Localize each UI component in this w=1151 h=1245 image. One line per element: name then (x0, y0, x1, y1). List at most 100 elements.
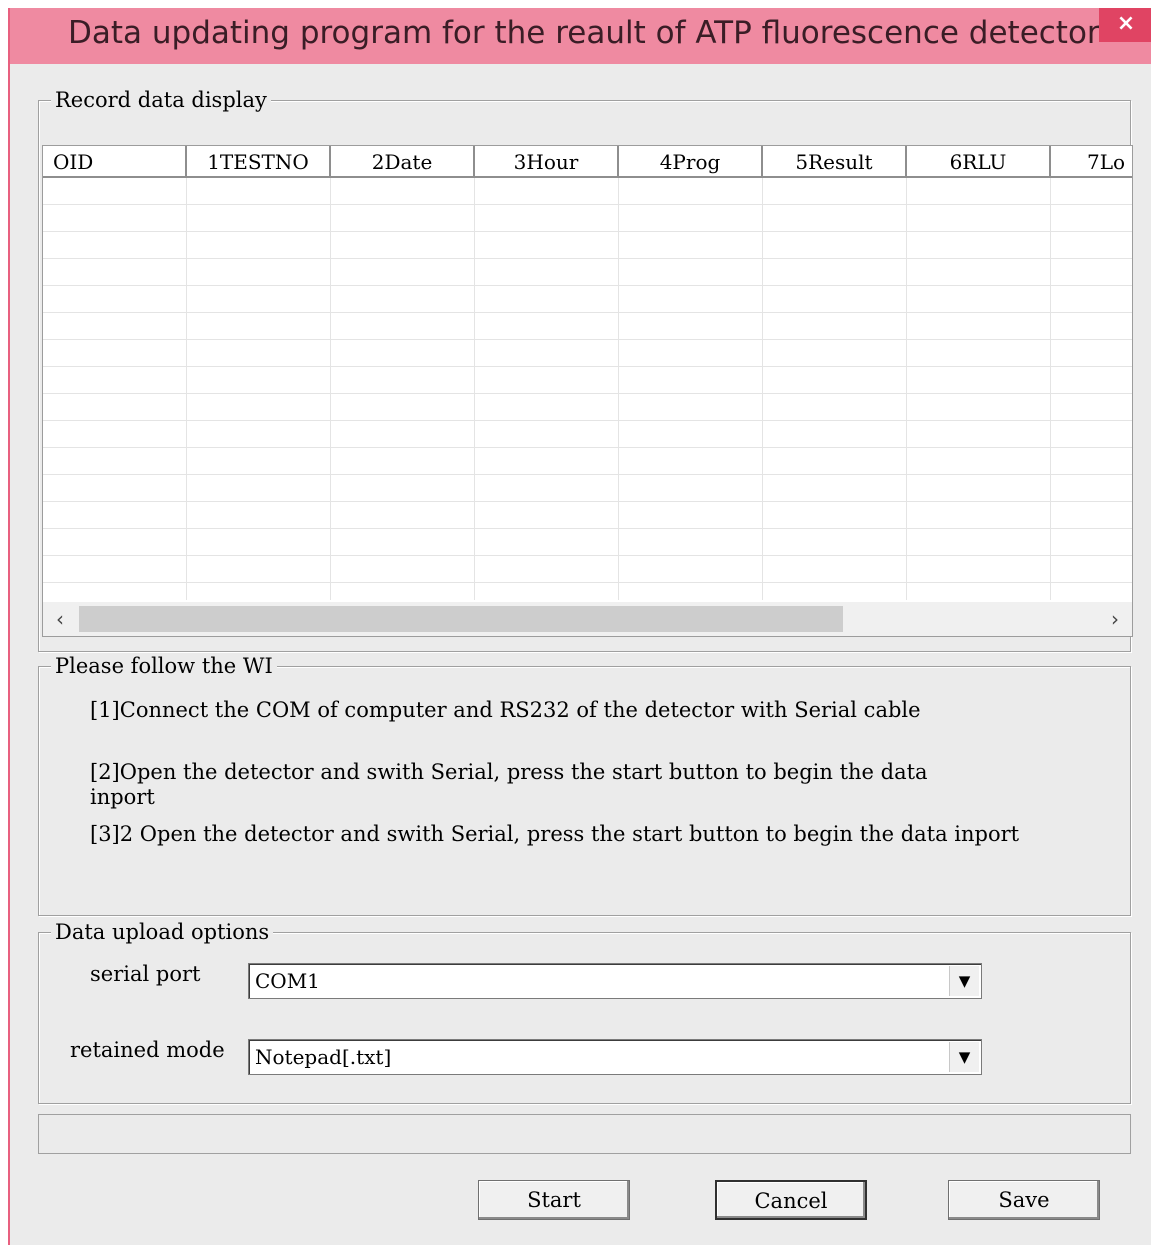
table-cell[interactable] (1051, 286, 1132, 313)
chevron-down-icon[interactable]: ▼ (949, 1042, 979, 1072)
table-cell[interactable] (907, 583, 1051, 600)
table-cell[interactable] (619, 205, 763, 232)
table-cell[interactable] (331, 421, 475, 448)
table-cell[interactable] (187, 205, 331, 232)
scroll-left-arrow-icon[interactable]: ‹ (43, 602, 77, 636)
table-cell[interactable] (619, 178, 763, 205)
table-cell[interactable] (763, 556, 907, 583)
table-cell[interactable] (43, 367, 187, 394)
table-cell[interactable] (907, 556, 1051, 583)
table-cell[interactable] (187, 286, 331, 313)
table-cell[interactable] (763, 421, 907, 448)
table-row[interactable] (43, 475, 1132, 502)
table-cell[interactable] (907, 448, 1051, 475)
table-cell[interactable] (187, 178, 331, 205)
title-bar[interactable]: Data updating program for the reault of … (10, 8, 1151, 64)
table-cell[interactable] (475, 313, 619, 340)
table-cell[interactable] (907, 232, 1051, 259)
table-cell[interactable] (43, 178, 187, 205)
table-cell[interactable] (763, 448, 907, 475)
table-cell[interactable] (619, 529, 763, 556)
table-cell[interactable] (763, 583, 907, 600)
horizontal-scrollbar[interactable]: ‹ › (43, 602, 1132, 636)
table-cell[interactable] (43, 475, 187, 502)
table-cell[interactable] (619, 448, 763, 475)
table-row[interactable] (43, 448, 1132, 475)
table-cell[interactable] (331, 448, 475, 475)
column-header-hour[interactable]: 3Hour (475, 146, 619, 178)
table-cell[interactable] (43, 286, 187, 313)
table-cell[interactable] (331, 367, 475, 394)
table-row[interactable] (43, 286, 1132, 313)
table-cell[interactable] (43, 259, 187, 286)
table-row[interactable] (43, 313, 1132, 340)
table-cell[interactable] (763, 259, 907, 286)
table-cell[interactable] (619, 583, 763, 600)
table-cell[interactable] (187, 313, 331, 340)
table-cell[interactable] (475, 475, 619, 502)
retained-mode-dropdown[interactable]: Notepad[.txt] ▼ (248, 1039, 982, 1075)
table-cell[interactable] (1051, 178, 1132, 205)
table-cell[interactable] (907, 259, 1051, 286)
scroll-right-arrow-icon[interactable]: › (1098, 602, 1132, 636)
table-cell[interactable] (907, 286, 1051, 313)
start-button[interactable]: Start (478, 1180, 630, 1220)
table-cell[interactable] (619, 259, 763, 286)
table-cell[interactable] (475, 448, 619, 475)
table-cell[interactable] (1051, 448, 1132, 475)
column-header-date[interactable]: 2Date (331, 146, 475, 178)
table-cell[interactable] (43, 340, 187, 367)
table-cell[interactable] (907, 421, 1051, 448)
table-cell[interactable] (475, 421, 619, 448)
table-cell[interactable] (763, 340, 907, 367)
table-cell[interactable] (475, 259, 619, 286)
table-cell[interactable] (43, 313, 187, 340)
table-row[interactable] (43, 259, 1132, 286)
table-cell[interactable] (1051, 502, 1132, 529)
table-cell[interactable] (475, 205, 619, 232)
table-cell[interactable] (619, 313, 763, 340)
table-cell[interactable] (1051, 205, 1132, 232)
table-cell[interactable] (187, 475, 331, 502)
table-cell[interactable] (43, 205, 187, 232)
table-cell[interactable] (475, 286, 619, 313)
table-cell[interactable] (43, 232, 187, 259)
save-button[interactable]: Save (948, 1180, 1100, 1220)
table-row[interactable] (43, 340, 1132, 367)
table-cell[interactable] (1051, 583, 1132, 600)
table-cell[interactable] (43, 529, 187, 556)
column-header-prog[interactable]: 4Prog (619, 146, 763, 178)
table-cell[interactable] (619, 232, 763, 259)
table-cell[interactable] (475, 367, 619, 394)
table-cell[interactable] (763, 313, 907, 340)
table-cell[interactable] (331, 556, 475, 583)
record-data-table[interactable]: OID 1TESTNO 2Date 3Hour 4Prog 5Result 6R… (42, 145, 1133, 637)
scrollbar-thumb[interactable] (79, 606, 843, 632)
table-cell[interactable] (475, 394, 619, 421)
table-cell[interactable] (331, 205, 475, 232)
table-cell[interactable] (331, 475, 475, 502)
table-cell[interactable] (619, 367, 763, 394)
table-cell[interactable] (331, 394, 475, 421)
table-cell[interactable] (1051, 259, 1132, 286)
table-cell[interactable] (475, 178, 619, 205)
table-cell[interactable] (1051, 556, 1132, 583)
table-cell[interactable] (907, 394, 1051, 421)
table-cell[interactable] (763, 205, 907, 232)
table-cell[interactable] (187, 529, 331, 556)
close-button[interactable]: × (1099, 8, 1151, 42)
table-cell[interactable] (1051, 367, 1132, 394)
table-cell[interactable] (43, 421, 187, 448)
column-header-rlu[interactable]: 6RLU (907, 146, 1051, 178)
table-cell[interactable] (907, 178, 1051, 205)
table-cell[interactable] (907, 475, 1051, 502)
table-cell[interactable] (43, 394, 187, 421)
table-cell[interactable] (1051, 529, 1132, 556)
table-cell[interactable] (763, 502, 907, 529)
table-cell[interactable] (331, 340, 475, 367)
cancel-button[interactable]: Cancel (715, 1180, 867, 1220)
table-cell[interactable] (43, 448, 187, 475)
table-cell[interactable] (763, 529, 907, 556)
serial-port-dropdown[interactable]: COM1 ▼ (248, 963, 982, 999)
table-cell[interactable] (475, 340, 619, 367)
